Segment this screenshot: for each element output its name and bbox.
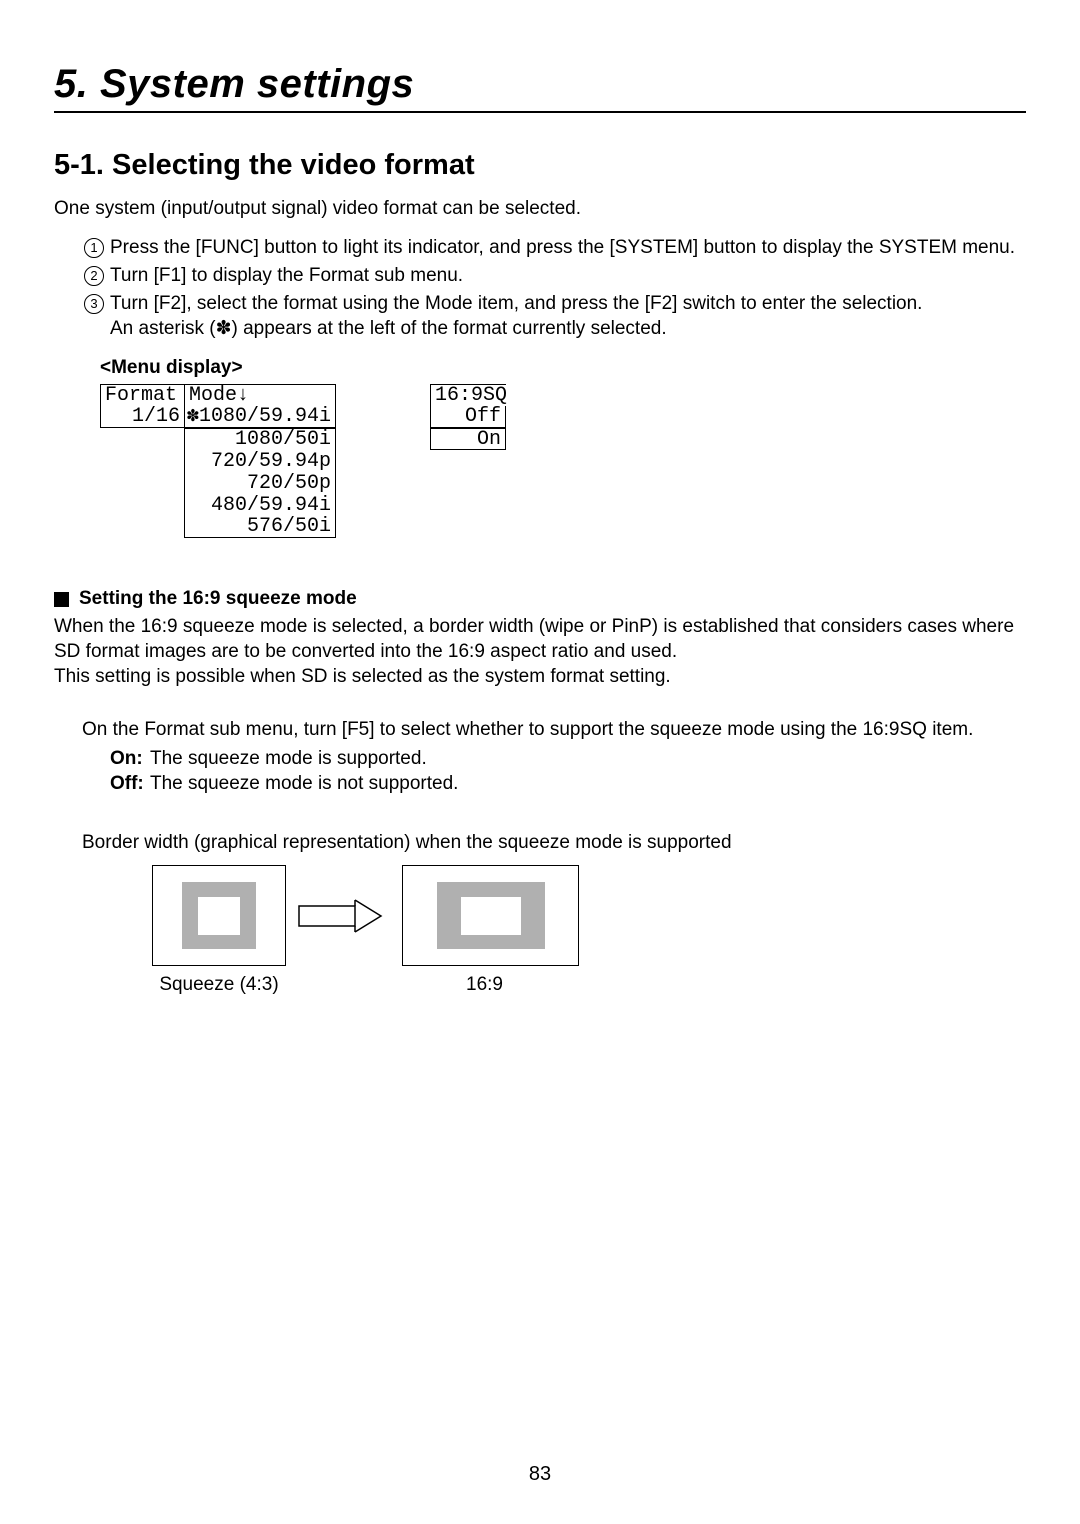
whitebox-4-3	[198, 897, 240, 935]
illustration	[152, 865, 1026, 966]
menu-sq-option: On	[430, 428, 506, 450]
menu-sq-header: 16:9SQ	[430, 384, 506, 406]
menu-option: 576/50i	[184, 516, 336, 538]
off-text: The squeeze mode is not supported.	[150, 771, 458, 796]
chapter-number: 5.	[54, 62, 88, 106]
on-row: On: The squeeze mode is supported.	[110, 746, 1026, 771]
step-number-icon: 3	[84, 294, 104, 314]
greybox-16-9	[437, 882, 545, 949]
square-bullet-icon	[54, 592, 69, 607]
manual-page: 5. System settings 5-1. Selecting the vi…	[0, 0, 1080, 1524]
on-label: On:	[110, 746, 150, 771]
label-16-9: 16:9	[396, 972, 573, 997]
chapter-text: System settings	[100, 62, 414, 106]
off-label: Off:	[110, 771, 150, 796]
squeeze-section: Setting the 16:9 squeeze mode When the 1…	[54, 586, 1026, 997]
menu-mode-header: Mode↓	[184, 384, 336, 406]
menu-option-row: 1080/50i On	[100, 428, 1026, 450]
step-1: 1 Press the [FUNC] button to light its i…	[84, 235, 1026, 260]
step-2: 2 Turn [F1] to display the Format sub me…	[84, 263, 1026, 288]
step-3: 3 Turn [F2], select the format using the…	[84, 291, 1026, 341]
menu-option-row: 720/59.94p	[100, 450, 1026, 472]
squeeze-heading: Setting the 16:9 squeeze mode	[54, 586, 1026, 611]
menu-display: Format Mode↓ 16:9SQ 1/16 ✽1080/59.94i Of…	[100, 384, 1026, 538]
menu-value-row: 1/16 ✽1080/59.94i Off	[100, 406, 1026, 428]
section-title: 5-1. Selecting the video format	[54, 149, 1026, 182]
squeeze-heading-text: Setting the 16:9 squeeze mode	[79, 586, 357, 611]
illustration-labels: Squeeze (4:3) 16:9	[152, 972, 1026, 997]
body: One system (input/output signal) video f…	[54, 196, 1026, 997]
menu-option: 480/59.94i	[184, 494, 336, 516]
menu-header-row: Format Mode↓ 16:9SQ	[100, 384, 1026, 406]
menu-option: 1080/50i	[184, 428, 336, 450]
step-number-icon: 2	[84, 266, 104, 286]
panel-4-3	[152, 865, 286, 966]
step-2-text: Turn [F1] to display the Format sub menu…	[110, 263, 1026, 288]
greybox-4-3	[182, 882, 256, 949]
step-number-icon: 1	[84, 238, 104, 258]
step-3-text: Turn [F2], select the format using the M…	[110, 291, 1026, 341]
menu-mode-value: ✽1080/59.94i	[184, 406, 336, 428]
panel-16-9	[402, 865, 579, 966]
menu-page: 1/16	[100, 406, 184, 428]
menu-display-label: <Menu display>	[100, 355, 1026, 380]
squeeze-body: When the 16:9 squeeze mode is selected, …	[54, 614, 1026, 689]
onoff-list: On: The squeeze mode is supported. Off: …	[110, 746, 1026, 796]
menu-option: 720/50p	[184, 472, 336, 494]
label-4-3: Squeeze (4:3)	[152, 972, 286, 997]
menu-option-row: 720/50p	[100, 472, 1026, 494]
menu-format-header: Format	[100, 384, 184, 406]
intro-text: One system (input/output signal) video f…	[54, 196, 1026, 221]
menu-sq-value: Off	[430, 406, 506, 428]
squeeze-instruction: On the Format sub menu, turn [F5] to sel…	[82, 717, 1026, 742]
border-caption: Border width (graphical representation) …	[82, 830, 1026, 855]
menu-option-row: 480/59.94i	[100, 494, 1026, 516]
whitebox-16-9	[461, 897, 521, 935]
menu-option: 720/59.94p	[184, 450, 336, 472]
steps-list: 1 Press the [FUNC] button to light its i…	[84, 235, 1026, 341]
chapter-rule	[54, 111, 1026, 113]
page-number: 83	[0, 1463, 1080, 1486]
section-text: Selecting the video format	[112, 149, 475, 181]
menu-option-row: 576/50i	[100, 516, 1026, 538]
section-number: 5-1.	[54, 149, 104, 181]
step-1-text: Press the [FUNC] button to light its ind…	[110, 235, 1026, 260]
chapter-title: 5. System settings	[54, 62, 1026, 107]
off-row: Off: The squeeze mode is not supported.	[110, 771, 1026, 796]
on-text: The squeeze mode is supported.	[150, 746, 427, 771]
arrow-icon	[292, 896, 390, 936]
